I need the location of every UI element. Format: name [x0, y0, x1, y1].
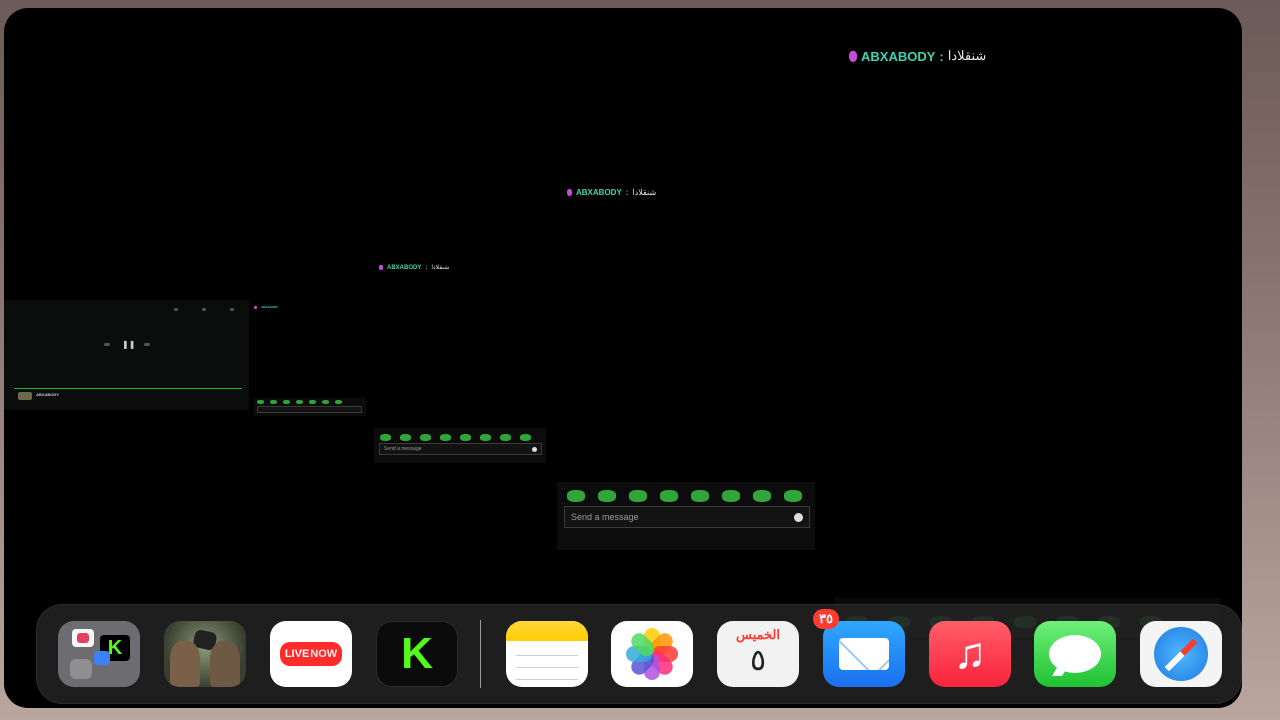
notes-line: [516, 655, 578, 656]
microphone-icon: [254, 305, 257, 309]
emote-icon[interactable]: [691, 490, 709, 502]
chat-separator: :: [625, 188, 629, 197]
music-note-icon: ♫: [953, 629, 987, 678]
photos-flower: [626, 628, 678, 680]
notes-line: [516, 679, 578, 680]
photos-icon[interactable]: [611, 621, 693, 687]
mail-badge: ٣٥: [813, 609, 839, 629]
live-label: LIVE: [284, 648, 310, 660]
emote-row: [567, 490, 802, 502]
chat-message-text: شنقلادا: [632, 188, 657, 197]
rewind-icon[interactable]: [104, 343, 110, 346]
calendar-date: ٥: [749, 644, 767, 677]
kick-icon[interactable]: K: [376, 621, 458, 687]
character-figure: [210, 641, 240, 687]
mini-video-player[interactable]: ❚❚ ABXABODY: [4, 300, 249, 410]
emote-icon[interactable]: [440, 434, 451, 441]
emote-icon[interactable]: [400, 434, 411, 441]
chat-message-line: ABXABODY: شنقلادا: [849, 48, 986, 64]
notes-header: [506, 621, 588, 641]
folder-icon[interactable]: K: [58, 621, 140, 687]
message-input-echo[interactable]: [257, 406, 362, 413]
emoji-icon[interactable]: [794, 512, 803, 522]
calendar-icon[interactable]: الخميس ٥: [717, 621, 799, 687]
player-control-icon[interactable]: [230, 308, 234, 311]
microphone-icon: [379, 265, 383, 270]
emote-icon[interactable]: [257, 400, 264, 404]
kick-logo: K: [401, 629, 433, 678]
emote-icon[interactable]: [296, 400, 303, 404]
message-placeholder: Send a message: [571, 512, 639, 522]
safari-icon[interactable]: [1140, 621, 1222, 687]
emote-row: [257, 400, 342, 404]
emote-icon[interactable]: [380, 434, 391, 441]
emote-icon[interactable]: [283, 400, 290, 404]
message-input[interactable]: Send a message: [564, 506, 810, 528]
character-figure: [170, 641, 200, 687]
chat-input-panel-echo: Send a message: [374, 428, 546, 463]
emote-icon[interactable]: [270, 400, 277, 404]
emote-icon[interactable]: [567, 490, 585, 502]
instagram-icon: [72, 629, 94, 647]
emote-icon[interactable]: [629, 490, 647, 502]
emote-icon[interactable]: [520, 434, 531, 441]
game-icon[interactable]: [164, 621, 246, 687]
emoji-icon[interactable]: [532, 446, 537, 452]
chat-message-line-echo: ABXABODY: شنقلادا: [379, 264, 449, 271]
live-now-badge: LIVE NOW: [279, 642, 343, 666]
emote-icon[interactable]: [722, 490, 740, 502]
chat-message-line-echo: ABXABODY: [254, 305, 278, 309]
chat-username: ABXABODY: [861, 48, 936, 64]
mail-icon[interactable]: ٣٥: [813, 609, 905, 687]
notes-icon[interactable]: [506, 621, 588, 687]
emote-icon[interactable]: [309, 400, 316, 404]
chat-message-text: شنقلادا: [431, 265, 450, 271]
channel-name: ABXABODY: [36, 392, 59, 397]
emote-icon[interactable]: [480, 434, 491, 441]
microphone-icon: [567, 189, 572, 196]
emote-icon[interactable]: [753, 490, 771, 502]
envelope-icon: [839, 638, 889, 670]
chat-message-line-echo: ABXABODY: شنقلادا: [567, 188, 656, 197]
app-icon: [94, 651, 110, 665]
compass-icon: [1154, 627, 1208, 681]
live-now-icon[interactable]: LIVE NOW: [270, 621, 352, 687]
speech-bubble-icon: [1049, 635, 1101, 673]
calendar-weekday: الخميس: [736, 627, 780, 642]
chat-input-panel: Send a message: [557, 482, 815, 550]
chat-message-text: شنقلادا: [947, 48, 987, 63]
music-icon[interactable]: ♫: [929, 621, 1011, 687]
emote-icon[interactable]: [460, 434, 471, 441]
player-control-icon[interactable]: [174, 308, 178, 311]
chat-input-panel-echo: [254, 398, 366, 416]
emote-icon[interactable]: [335, 400, 342, 404]
message-placeholder: Send a message: [384, 446, 422, 452]
now-label: NOW: [310, 648, 338, 660]
chat-separator: :: [939, 48, 944, 64]
notes-line: [516, 667, 578, 668]
emote-icon[interactable]: [420, 434, 431, 441]
emote-icon[interactable]: [598, 490, 616, 502]
emote-icon[interactable]: [784, 490, 802, 502]
dock-divider: [480, 620, 481, 688]
emote-icon[interactable]: [660, 490, 678, 502]
dock: K LIVE NOW K الخميس ٥ ٣٥ ♫: [36, 604, 1242, 704]
chat-separator: :: [425, 264, 428, 271]
chat-username: ABXABODY: [576, 188, 622, 197]
stream-screen: ABXABODY: شنقلادا ABXABODY: شنقلادا ABXA…: [4, 8, 1242, 708]
microphone-icon: [849, 50, 857, 62]
emote-icon[interactable]: [322, 400, 329, 404]
settings-icon: [70, 659, 92, 679]
messages-icon[interactable]: [1034, 621, 1116, 687]
pause-icon[interactable]: ❚❚: [122, 340, 135, 349]
chat-username: ABXABODY: [387, 264, 422, 271]
forward-icon[interactable]: [144, 343, 150, 346]
emote-icon[interactable]: [500, 434, 511, 441]
message-input-echo[interactable]: Send a message: [379, 443, 542, 455]
channel-avatar: [18, 392, 32, 400]
player-control-icon[interactable]: [202, 308, 206, 311]
emote-row: [380, 434, 531, 441]
chat-username: ABXABODY: [261, 305, 279, 309]
progress-bar[interactable]: [14, 388, 242, 389]
